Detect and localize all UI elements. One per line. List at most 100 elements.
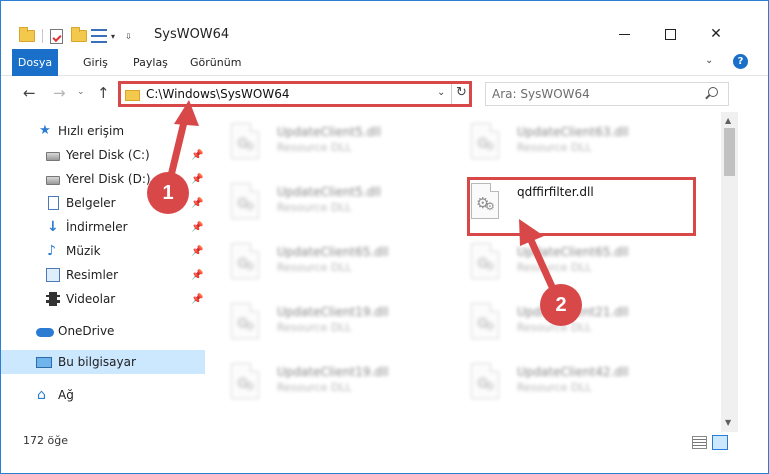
pin-icon[interactable]: 📌: [191, 174, 203, 185]
sidebar-item-resimler[interactable]: Resimler 📌: [1, 263, 205, 287]
ribbon-tabs: Dosya Giriş Paylaş Görünüm ⌄ ?: [1, 49, 768, 76]
gear-icon: ⚙: [245, 140, 255, 153]
minimize-button[interactable]: [601, 19, 647, 49]
file-item[interactable]: ⚙ ⚙ UpdateClient5.dll Resource DLL: [215, 177, 455, 231]
gear-icon: ⚙: [485, 380, 495, 393]
back-button[interactable]: ←: [23, 84, 36, 102]
toolbar-separator: [42, 29, 43, 43]
search-input[interactable]: [492, 86, 692, 102]
close-button[interactable]: ✕: [693, 19, 739, 49]
file-name: UpdateClient42.dll: [517, 365, 629, 379]
maximize-button[interactable]: [647, 19, 693, 49]
pictures-icon: [46, 268, 60, 282]
address-bar[interactable]: C:\Windows\SysWOW64 ⌄ ↻: [118, 81, 472, 107]
view-list-icon[interactable]: [91, 29, 107, 43]
minimize-icon: [618, 33, 630, 35]
details-view-icon[interactable]: [692, 436, 707, 449]
up-button[interactable]: ↑: [97, 84, 110, 102]
search-icon[interactable]: [708, 87, 718, 97]
star-icon: ★: [39, 123, 51, 138]
sidebar-item-disk-c[interactable]: Yerel Disk (C:) 📌: [1, 143, 205, 167]
sidebar-item-label: Bu bilgisayar: [58, 355, 136, 369]
sidebar-item-onedrive[interactable]: OneDrive: [1, 319, 205, 343]
help-icon[interactable]: ?: [733, 54, 748, 69]
gear-icon: ⚙: [245, 260, 255, 273]
pin-icon[interactable]: 📌: [191, 150, 203, 161]
file-item[interactable]: ⚙ ⚙ UpdateClient19.dll Resource DLL: [215, 297, 455, 351]
scrollbar-thumb[interactable]: [724, 128, 735, 176]
scroll-down-icon[interactable]: ▼: [725, 418, 731, 427]
sidebar-item-muzik[interactable]: ♪ Müzik 📌: [1, 239, 205, 263]
file-type: Resource DLL: [277, 261, 352, 274]
highlight-box: [467, 177, 696, 236]
file-name: UpdateClient65.dll: [517, 245, 629, 259]
properties-icon[interactable]: [50, 28, 63, 44]
sidebar-item-indirmeler[interactable]: ↓ İndirmeler 📌: [1, 215, 205, 239]
address-dropdown-icon[interactable]: ⌄: [437, 87, 445, 98]
sidebar-item-label: Yerel Disk (C:): [66, 148, 150, 162]
new-folder-icon[interactable]: [71, 27, 87, 42]
sidebar-item-label: Hızlı erişim: [58, 124, 125, 138]
file-name: UpdateClient63.dll: [517, 125, 629, 139]
file-type: Resource DLL: [517, 261, 592, 274]
address-path[interactable]: C:\Windows\SysWOW64: [146, 87, 290, 101]
status-bar: 172 öğe: [1, 432, 768, 473]
sidebar-item-network[interactable]: ⌂ Ağ: [1, 383, 205, 407]
refresh-button[interactable]: ↻: [456, 85, 467, 100]
gear-icon: ⚙: [485, 320, 495, 333]
tab-paylas[interactable]: Paylaş: [133, 49, 168, 76]
drive-icon: [46, 152, 60, 161]
tab-giris[interactable]: Giriş: [83, 49, 108, 76]
file-type: Resource DLL: [277, 201, 352, 214]
sidebar-item-label: Müzik: [66, 244, 101, 258]
file-type: Resource DLL: [277, 321, 352, 334]
sidebar-item-label: Yerel Disk (D:): [66, 172, 151, 186]
step-badge-1: 1: [147, 172, 189, 214]
file-item[interactable]: ⚙ ⚙ UpdateClient65.dll Resource DLL: [455, 237, 695, 291]
file-type: Resource DLL: [517, 141, 592, 154]
file-name: UpdateClient19.dll: [277, 365, 389, 379]
navigation-pane: ★ Hızlı erişim Yerel Disk (C:) 📌 Yerel D…: [1, 112, 207, 432]
sidebar-item-label: İndirmeler: [66, 220, 128, 234]
navigation-bar: ← → ⌄ ↑ C:\Windows\SysWOW64 ⌄ ↻: [1, 76, 768, 112]
vertical-scrollbar[interactable]: ▲ ▼: [721, 112, 738, 432]
quick-access-toolbar: ▾ ⇩: [19, 26, 132, 46]
toolbar-dropdown-icon[interactable]: ▾: [111, 32, 115, 41]
file-type: Resource DLL: [517, 381, 592, 394]
recent-locations-button[interactable]: ⌄: [77, 87, 85, 97]
forward-button[interactable]: →: [53, 84, 66, 102]
file-item[interactable]: ⚙ ⚙ UpdateClient63.dll Resource DLL: [455, 117, 695, 171]
pin-icon[interactable]: 📌: [191, 222, 203, 233]
pin-icon[interactable]: 📌: [191, 294, 203, 305]
scroll-up-icon[interactable]: ▲: [725, 116, 731, 125]
tiles-view-icon[interactable]: [712, 435, 728, 450]
file-item[interactable]: ⚙ ⚙ UpdateClient5.dll Resource DLL: [215, 117, 455, 171]
search-box[interactable]: [485, 82, 729, 106]
gear-icon: ⚙: [245, 380, 255, 393]
window-title: SysWOW64: [154, 27, 230, 42]
file-name: UpdateClient5.dll: [277, 125, 381, 139]
pin-icon[interactable]: 📌: [191, 246, 203, 257]
file-item[interactable]: ⚙ ⚙ UpdateClient42.dll Resource DLL: [455, 357, 695, 411]
title-bar: ▾ ⇩ SysWOW64 ✕: [1, 1, 768, 49]
customize-toolbar-icon[interactable]: ⇩: [125, 32, 132, 41]
drive-icon: [46, 176, 60, 185]
sidebar-item-this-pc[interactable]: Bu bilgisayar: [1, 350, 205, 374]
close-icon: ✕: [710, 26, 722, 42]
tab-dosya[interactable]: Dosya: [12, 49, 58, 76]
sidebar-item-quick-access[interactable]: ★ Hızlı erişim: [1, 119, 205, 143]
file-item[interactable]: ⚙ ⚙ UpdateClient19.dll Resource DLL: [215, 357, 455, 411]
sidebar-item-label: Resimler: [66, 268, 119, 282]
tab-gorunum[interactable]: Görünüm: [190, 49, 241, 76]
file-type: Resource DLL: [277, 141, 352, 154]
pin-icon[interactable]: 📌: [191, 198, 203, 209]
sidebar-item-label: Belgeler: [66, 196, 116, 210]
file-item[interactable]: ⚙ ⚙ UpdateClient65.dll Resource DLL: [215, 237, 455, 291]
sidebar-item-videolar[interactable]: Videolar 📌: [1, 287, 205, 311]
file-name: UpdateClient65.dll: [277, 245, 389, 259]
file-name: UpdateClient5.dll: [277, 185, 381, 199]
ribbon-expand-icon[interactable]: ⌄: [705, 55, 713, 66]
sidebar-item-label: Videolar: [66, 292, 116, 306]
sidebar-item-label: OneDrive: [58, 324, 115, 338]
pin-icon[interactable]: 📌: [191, 270, 203, 281]
